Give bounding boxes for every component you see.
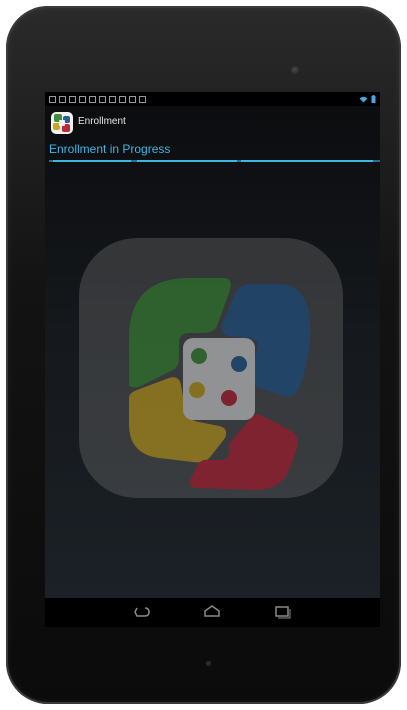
app-title: Enrollment	[78, 116, 126, 127]
speaker-grille	[206, 661, 211, 666]
recent-apps-icon	[275, 606, 291, 619]
notification-icon	[59, 95, 66, 103]
system-icons	[359, 92, 376, 106]
logo-background	[79, 238, 343, 498]
enrollment-status-title: Enrollment in Progress	[49, 142, 171, 156]
notification-icon	[129, 95, 136, 103]
back-button[interactable]	[131, 604, 153, 620]
notification-icon	[99, 95, 106, 103]
notification-icon	[69, 95, 76, 103]
progress-bar	[49, 160, 380, 162]
home-icon	[204, 605, 220, 617]
app-icon[interactable]	[51, 112, 73, 134]
notification-icon	[89, 95, 96, 103]
action-bar: Enrollment	[45, 106, 380, 140]
meraki-logo-icon	[129, 278, 311, 490]
navigation-bar	[45, 598, 380, 627]
meraki-app-icon	[53, 114, 70, 132]
tablet-device: Enrollment Enrollment in Progress	[6, 6, 401, 704]
progress-segment	[53, 160, 131, 162]
notification-icon	[79, 95, 86, 103]
wifi-icon	[359, 96, 368, 102]
home-button[interactable]	[201, 604, 223, 620]
notification-icon	[109, 95, 116, 103]
device-screen: Enrollment Enrollment in Progress	[45, 92, 380, 627]
notification-icon	[119, 95, 126, 103]
progress-segment	[137, 160, 237, 162]
notification-icon	[139, 95, 146, 103]
battery-icon	[371, 95, 376, 103]
recent-apps-button[interactable]	[271, 604, 293, 620]
notification-icons	[49, 92, 146, 106]
notification-icon	[49, 95, 56, 103]
back-icon	[134, 607, 150, 617]
progress-segment	[241, 160, 373, 162]
status-bar	[45, 92, 380, 106]
front-camera	[291, 66, 300, 75]
